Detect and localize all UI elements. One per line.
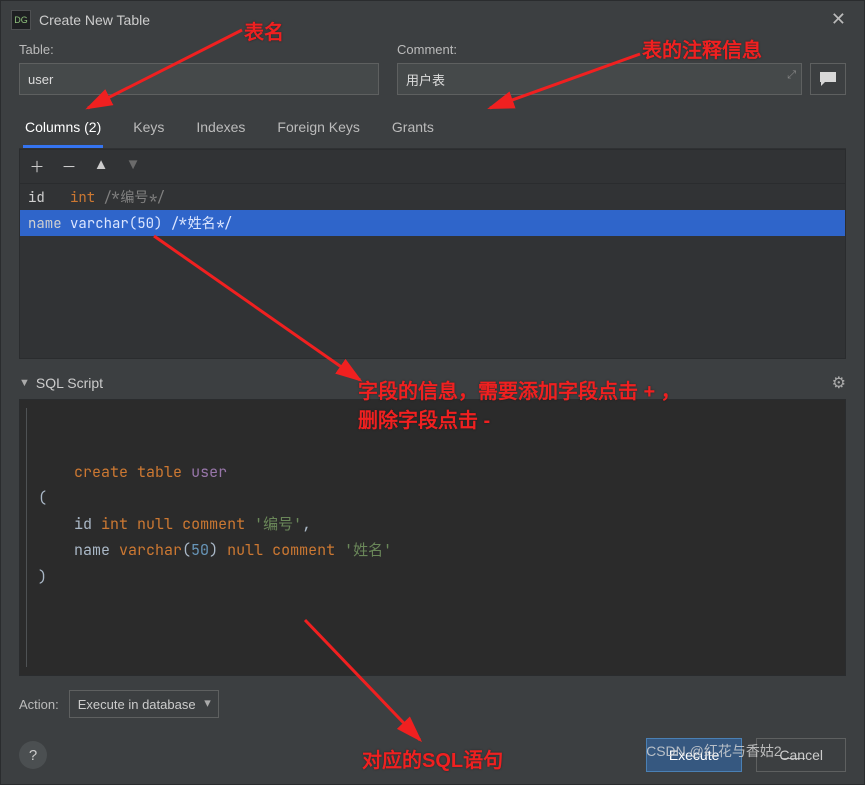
action-label: Action: — [19, 697, 59, 712]
titlebar: DG Create New Table ✕ — [1, 1, 864, 38]
sql-script-label: SQL Script — [36, 375, 103, 391]
dialog-title: Create New Table — [39, 12, 150, 28]
tab-indexes[interactable]: Indexes — [194, 109, 247, 148]
column-row[interactable]: id int /*编号*/ — [20, 184, 845, 210]
cancel-button[interactable]: Cancel — [756, 738, 846, 772]
disclosure-icon[interactable]: ▼ — [19, 377, 30, 389]
column-row[interactable]: name varchar(50) /*姓名*/ — [20, 210, 845, 236]
table-field-label: Table: — [19, 42, 379, 57]
table-comment-input[interactable] — [397, 63, 802, 95]
move-up-icon[interactable]: ▲ — [92, 156, 110, 177]
columns-panel: ＋ － ▲ ▼ id int /*编号*/name varchar(50) /*… — [19, 149, 846, 359]
move-down-icon[interactable]: ▼ — [124, 156, 142, 177]
comment-field-label: Comment: — [397, 42, 846, 57]
tabs: Columns (2) Keys Indexes Foreign Keys Gr… — [19, 109, 846, 149]
tab-grants[interactable]: Grants — [390, 109, 436, 148]
close-icon[interactable]: ✕ — [823, 7, 854, 32]
expand-icon[interactable]: ⤢ — [787, 69, 796, 82]
tab-columns[interactable]: Columns (2) — [23, 109, 103, 148]
action-select[interactable]: Execute in database — [69, 690, 219, 718]
columns-toolbar: ＋ － ▲ ▼ — [20, 150, 845, 184]
tab-foreign-keys[interactable]: Foreign Keys — [275, 109, 361, 148]
sql-script-header[interactable]: ▼ SQL Script ⚙ — [19, 373, 846, 393]
add-column-icon[interactable]: ＋ — [28, 156, 46, 177]
sql-editor[interactable]: create table user ( id int null comment … — [19, 399, 846, 676]
execute-button[interactable]: Execute — [646, 738, 743, 772]
help-button[interactable]: ? — [19, 741, 47, 769]
gear-icon[interactable]: ⚙ — [832, 373, 846, 393]
comment-dialog-button[interactable] — [810, 63, 846, 95]
table-name-input[interactable] — [19, 63, 379, 95]
app-icon: DG — [11, 10, 31, 30]
remove-column-icon[interactable]: － — [60, 156, 78, 177]
column-list[interactable]: id int /*编号*/name varchar(50) /*姓名*/ — [20, 184, 845, 358]
create-table-dialog: DG Create New Table ✕ Table: Comment: ⤢ — [0, 0, 865, 785]
tab-keys[interactable]: Keys — [131, 109, 166, 148]
